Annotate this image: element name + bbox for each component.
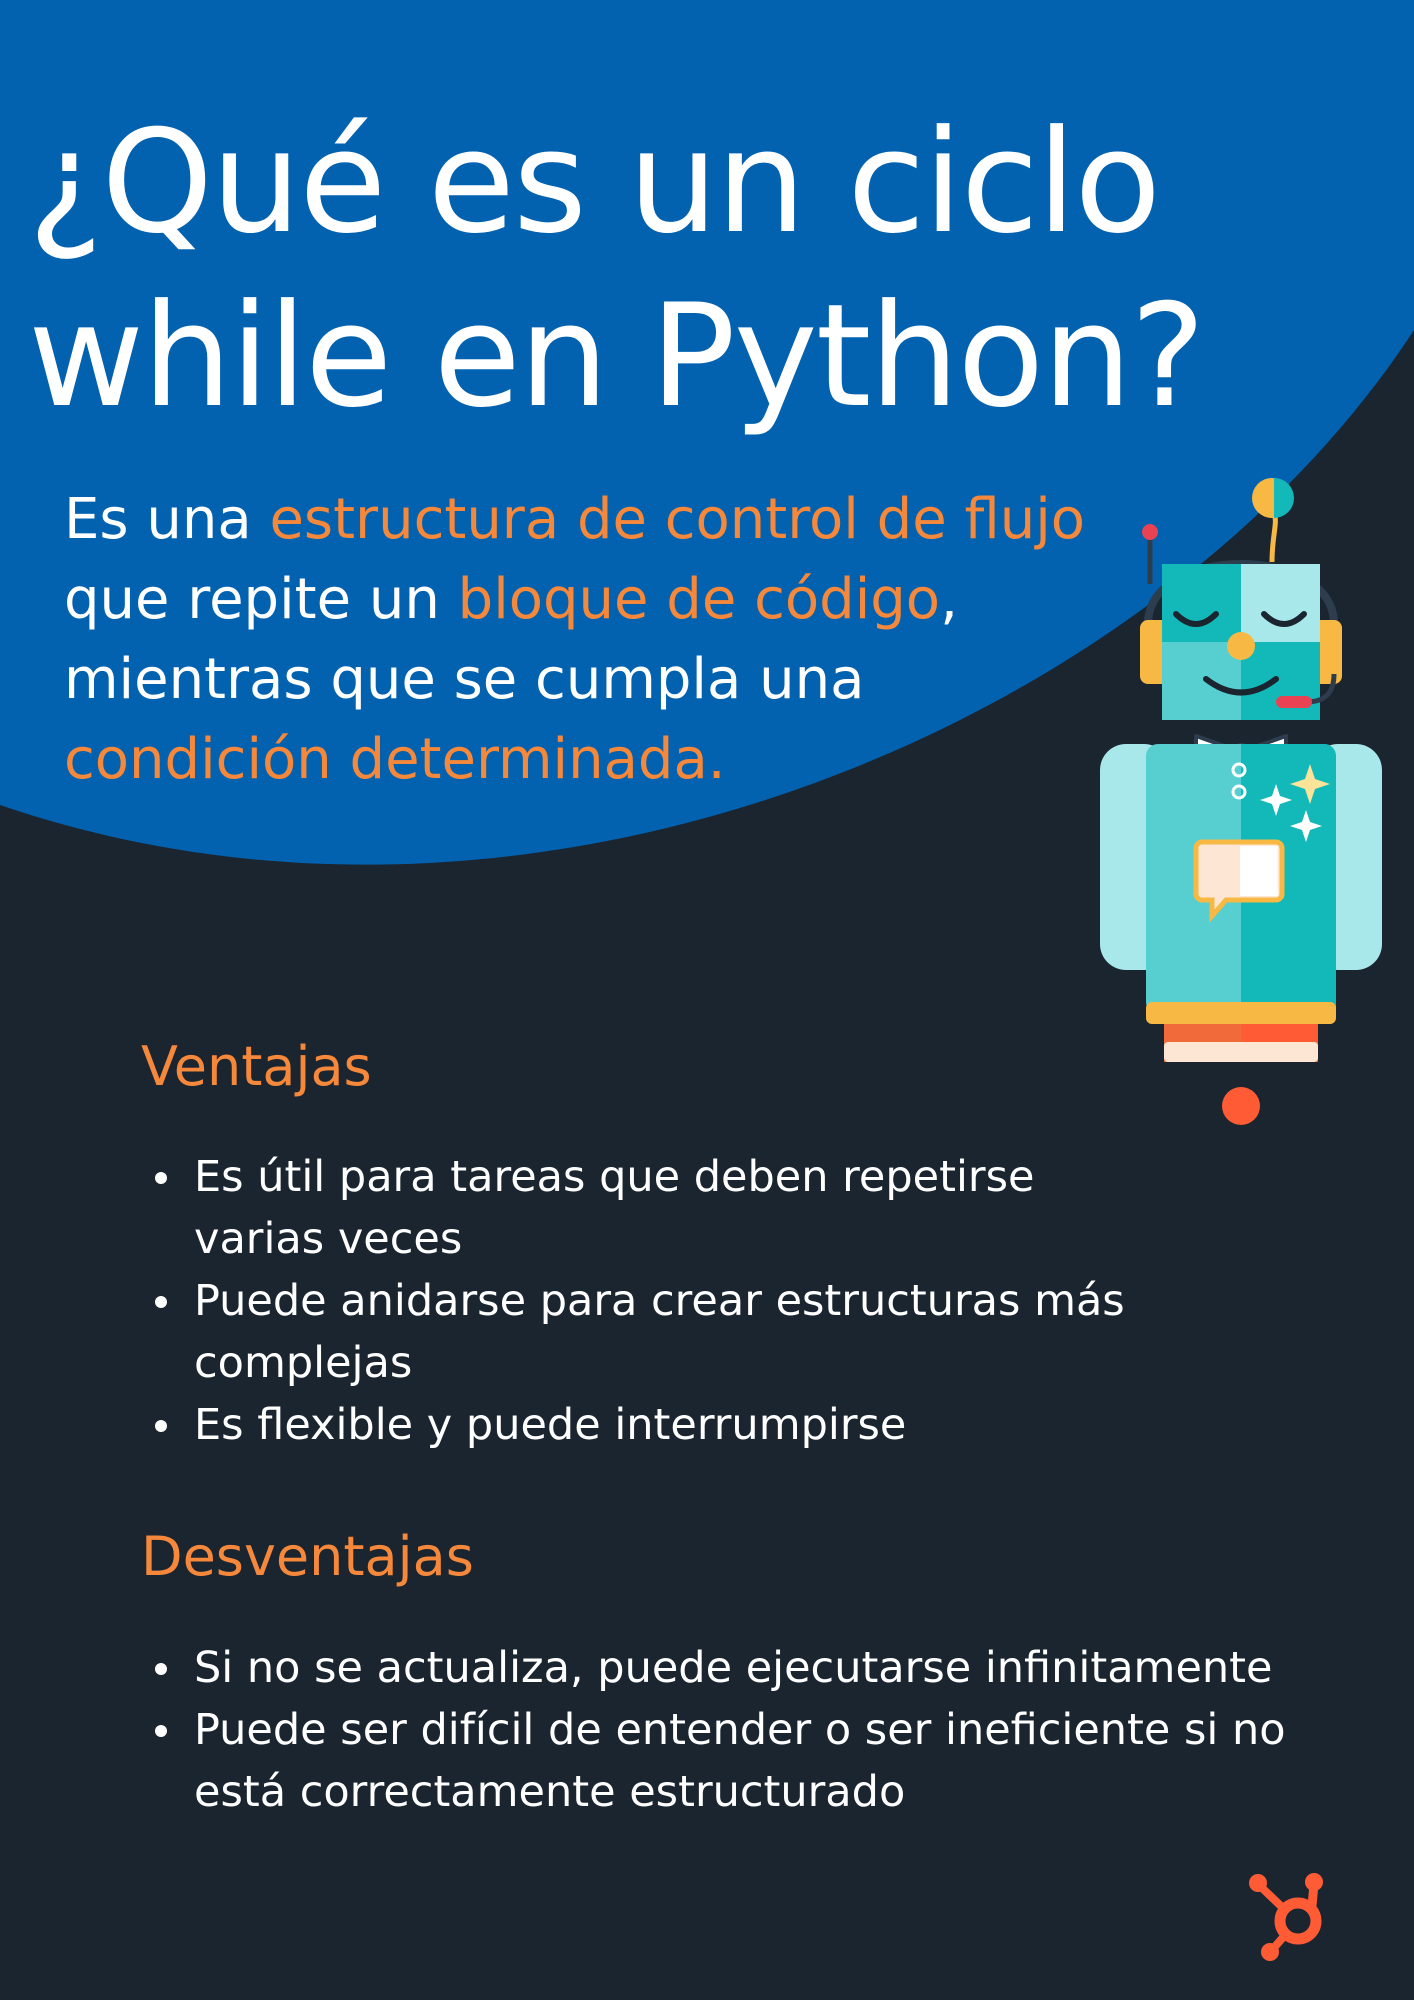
intro-line2-text: que repite un — [64, 567, 458, 632]
intro-highlight-condicion: condición determinada. — [64, 727, 726, 792]
title-line-1: ¿Qué es un ciclo — [28, 100, 1161, 265]
list-item: Si no se actualiza, puede ejecutarse inf… — [141, 1637, 1311, 1699]
intro-highlight-bloque: bloque de código — [457, 567, 941, 632]
list-item: Puede ser difícil de entender o ser inef… — [141, 1699, 1311, 1823]
desventajas-list: Si no se actualiza, puede ejecutarse inf… — [141, 1637, 1311, 1823]
page-title: ¿Qué es un ciclo while en Python? — [28, 96, 1206, 444]
intro-text: Es una estructura de control de flujo qu… — [64, 480, 1124, 800]
robot-icon — [1100, 478, 1382, 1125]
desventajas-title: Desventajas — [141, 1525, 474, 1588]
title-line-2: while en Python? — [28, 274, 1206, 439]
intro-line3-text: mientras que se cumpla una — [64, 647, 865, 712]
list-item: Es flexible y puede interrumpirse — [141, 1394, 1141, 1456]
list-item: Puede anidarse para crear estructuras má… — [141, 1270, 1141, 1394]
ventajas-title: Ventajas — [141, 1035, 372, 1098]
intro-line2-end: , — [940, 567, 958, 632]
intro-highlight-estructura: estructura de control de flujo — [269, 487, 1086, 552]
hubspot-logo-icon — [1249, 1873, 1323, 1961]
ventajas-list: Es útil para tareas que deben repetirse … — [141, 1146, 1141, 1456]
list-item: Es útil para tareas que deben repetirse … — [141, 1146, 1141, 1270]
intro-line1-text: Es una — [64, 487, 270, 552]
